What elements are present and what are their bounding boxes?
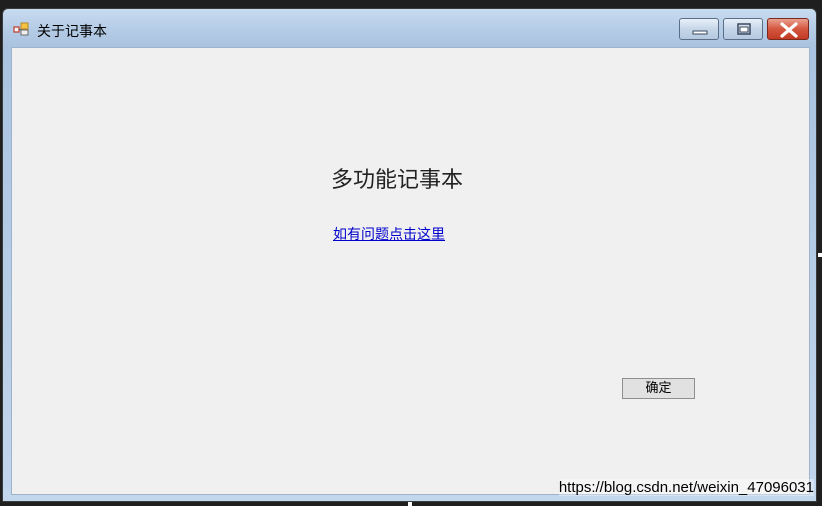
window-title: 关于记事本 (37, 24, 107, 40)
dialog-client-area: 多功能记事本 如有问题点击这里 确定 (11, 47, 810, 495)
title-bar[interactable]: 关于记事本 (3, 9, 816, 47)
about-dialog-window: 关于记事本 多功能记事本 如有问题点击这里 确定 (2, 8, 817, 502)
maximize-icon (737, 23, 751, 35)
minimize-button[interactable] (679, 18, 719, 40)
close-icon (780, 22, 798, 38)
resize-handle-bottom[interactable] (408, 502, 412, 506)
ok-button[interactable]: 确定 (622, 378, 695, 399)
minimize-icon (692, 30, 708, 35)
app-icon (13, 21, 31, 37)
maximize-button[interactable] (723, 18, 763, 40)
resize-handle-right[interactable] (818, 253, 822, 257)
help-link[interactable]: 如有问题点击这里 (333, 224, 445, 244)
screen-background: 关于记事本 多功能记事本 如有问题点击这里 确定 https://blog.cs… (0, 0, 822, 506)
app-name-heading: 多功能记事本 (330, 168, 463, 193)
watermark-url: https://blog.csdn.net/weixin_47096031 (558, 479, 814, 496)
close-button[interactable] (767, 18, 809, 40)
